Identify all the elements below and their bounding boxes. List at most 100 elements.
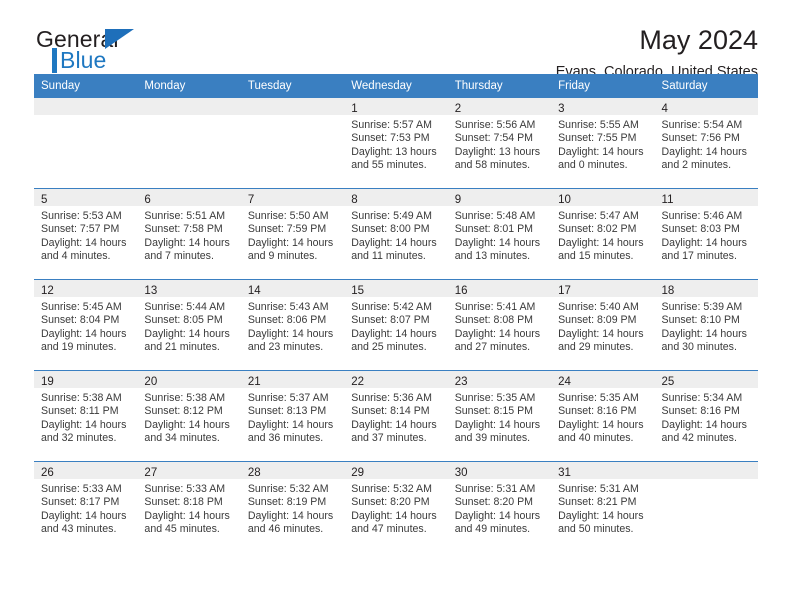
- calendar-week-row: 19 Sunrise: 5:38 AM Sunset: 8:11 PM Dayligh…: [34, 370, 758, 462]
- daylight-text-line2: and 36 minutes.: [247, 431, 324, 444]
- weekday-header-sunday: Sunday: [34, 74, 138, 98]
- calendar-page: General Blue May 2024 Evans, Colorado, U…: [0, 0, 792, 612]
- day-cell[interactable]: 5 Sunrise: 5:53 AM Sunset: 7:57 PM Daylight…: [34, 189, 138, 279]
- day-cell-empty: [137, 98, 241, 188]
- sunrise-text: Sunrise: 5:51 AM: [144, 210, 226, 222]
- day-cell[interactable]: 23 Sunrise: 5:35 AM Sunset: 8:15 PM Dayligh…: [447, 371, 552, 461]
- daylight-text-line1: Daylight: 14 hours: [41, 236, 127, 249]
- day-details: Sunrise: 5:38 AM Sunset: 8:12 PM Daylight:…: [137, 388, 240, 445]
- day-cell[interactable]: 4 Sunrise: 5:54 AM Sunset: 7:56 PM Daylight…: [654, 98, 758, 188]
- daylight-text-line1: Daylight: 14 hours: [558, 145, 644, 158]
- daylight-text-line1: Daylight: 14 hours: [41, 509, 127, 522]
- day-details: Sunrise: 5:51 AM Sunset: 7:58 PM Daylight:…: [137, 206, 240, 263]
- day-number: 7: [247, 194, 255, 206]
- calendar-cell: 2 Sunrise: 5:56 AM Sunset: 7:54 PM Daylight…: [447, 98, 552, 189]
- daylight-text-line2: and 30 minutes.: [661, 340, 737, 353]
- day-number: 16: [454, 285, 468, 297]
- sunrise-text: Sunrise: 5:54 AM: [661, 119, 743, 131]
- day-cell[interactable]: 10 Sunrise: 5:47 AM Sunset: 8:02 PM Dayligh…: [551, 189, 655, 279]
- calendar-cell: 27 Sunrise: 5:33 AM Sunset: 8:18 PM Dayligh…: [137, 461, 241, 552]
- day-cell[interactable]: 11 Sunrise: 5:46 AM Sunset: 8:03 PM Dayligh…: [654, 189, 758, 279]
- sunset-text: Sunset: 8:16 PM: [558, 405, 637, 418]
- sunrise-text: Sunrise: 5:32 AM: [247, 483, 329, 495]
- day-cell[interactable]: 19 Sunrise: 5:38 AM Sunset: 8:11 PM Dayligh…: [34, 371, 138, 461]
- sunset-text: Sunset: 8:21 PM: [558, 496, 637, 509]
- day-number-bar: 19: [34, 371, 138, 388]
- calendar-cell: 28 Sunrise: 5:32 AM Sunset: 8:19 PM Dayligh…: [240, 461, 345, 552]
- day-cell-empty: [34, 98, 138, 188]
- day-cell[interactable]: 15 Sunrise: 5:42 AM Sunset: 8:07 PM Dayligh…: [344, 280, 448, 370]
- calendar-cell: 30 Sunrise: 5:31 AM Sunset: 8:20 PM Dayligh…: [447, 461, 552, 552]
- day-number-bar: 7: [240, 189, 345, 206]
- day-cell[interactable]: 3 Sunrise: 5:55 AM Sunset: 7:55 PM Daylight…: [551, 98, 655, 188]
- day-number-bar: 13: [137, 280, 241, 297]
- sunrise-text: Sunrise: 5:38 AM: [144, 392, 226, 404]
- sunset-text: Sunset: 8:07 PM: [351, 314, 430, 327]
- day-cell[interactable]: 8 Sunrise: 5:49 AM Sunset: 8:00 PM Daylight…: [344, 189, 448, 279]
- sunrise-text: Sunrise: 5:46 AM: [661, 210, 743, 222]
- day-cell[interactable]: 30 Sunrise: 5:31 AM Sunset: 8:20 PM Dayligh…: [447, 462, 552, 552]
- sunset-text: Sunset: 8:11 PM: [41, 405, 119, 418]
- daylight-text-line1: Daylight: 13 hours: [454, 145, 541, 158]
- day-number-bar: [137, 98, 241, 115]
- day-cell[interactable]: 29 Sunrise: 5:32 AM Sunset: 8:20 PM Dayligh…: [344, 462, 448, 552]
- day-number: 26: [41, 467, 54, 479]
- day-cell[interactable]: 22 Sunrise: 5:36 AM Sunset: 8:14 PM Dayligh…: [344, 371, 448, 461]
- day-number-bar: 21: [240, 371, 345, 388]
- day-number: 10: [558, 194, 571, 206]
- day-cell[interactable]: 14 Sunrise: 5:43 AM Sunset: 8:06 PM Dayligh…: [240, 280, 345, 370]
- day-number-bar: 3: [551, 98, 655, 115]
- day-number: 28: [247, 467, 261, 479]
- day-number-bar: [654, 462, 758, 479]
- day-cell[interactable]: 31 Sunrise: 5:31 AM Sunset: 8:21 PM Dayligh…: [551, 462, 655, 552]
- day-number: 17: [558, 285, 571, 297]
- calendar-cell: 1 Sunrise: 5:57 AM Sunset: 7:53 PM Daylight…: [344, 98, 448, 189]
- sunrise-text: Sunrise: 5:34 AM: [661, 392, 743, 404]
- sunset-text: Sunset: 8:05 PM: [144, 314, 223, 327]
- day-cell[interactable]: 13 Sunrise: 5:44 AM Sunset: 8:05 PM Dayligh…: [137, 280, 241, 370]
- day-number: 20: [144, 376, 158, 388]
- sunset-text: Sunset: 8:03 PM: [661, 223, 740, 236]
- daylight-text-line1: Daylight: 14 hours: [247, 418, 334, 431]
- day-number-bar: [34, 98, 138, 115]
- brand-logo[interactable]: General Blue: [34, 26, 264, 78]
- day-number: 29: [351, 467, 365, 479]
- day-cell[interactable]: 25 Sunrise: 5:34 AM Sunset: 8:16 PM Dayligh…: [654, 371, 758, 461]
- day-number: 8: [351, 194, 358, 206]
- day-cell[interactable]: 17 Sunrise: 5:40 AM Sunset: 8:09 PM Dayligh…: [551, 280, 655, 370]
- day-number: 4: [661, 103, 668, 115]
- sunset-text: Sunset: 7:54 PM: [454, 132, 534, 145]
- day-cell[interactable]: 26 Sunrise: 5:33 AM Sunset: 8:17 PM Dayligh…: [34, 462, 138, 552]
- sunrise-text: Sunrise: 5:35 AM: [454, 392, 536, 404]
- day-details: Sunrise: 5:39 AM Sunset: 8:10 PM Daylight:…: [655, 297, 758, 354]
- daylight-text-line1: Daylight: 14 hours: [661, 236, 747, 249]
- daylight-text-line1: Daylight: 14 hours: [454, 327, 541, 340]
- sunset-text: Sunset: 8:01 PM: [454, 223, 534, 236]
- day-cell[interactable]: 9 Sunrise: 5:48 AM Sunset: 8:01 PM Daylight…: [447, 189, 552, 279]
- page-title: May 2024: [639, 25, 758, 55]
- sunset-text: Sunset: 8:18 PM: [144, 496, 223, 509]
- day-cell[interactable]: 2 Sunrise: 5:56 AM Sunset: 7:54 PM Daylight…: [447, 98, 552, 188]
- day-cell[interactable]: 28 Sunrise: 5:32 AM Sunset: 8:19 PM Dayligh…: [240, 462, 345, 552]
- day-cell[interactable]: 12 Sunrise: 5:45 AM Sunset: 8:04 PM Dayligh…: [34, 280, 138, 370]
- day-cell[interactable]: 16 Sunrise: 5:41 AM Sunset: 8:08 PM Dayligh…: [447, 280, 552, 370]
- daylight-text-line1: Daylight: 14 hours: [144, 418, 230, 431]
- day-number-bar: 1: [344, 98, 448, 115]
- daylight-text-line1: Daylight: 14 hours: [144, 327, 230, 340]
- sunset-text: Sunset: 8:09 PM: [558, 314, 637, 327]
- day-cell[interactable]: 24 Sunrise: 5:35 AM Sunset: 8:16 PM Dayligh…: [551, 371, 655, 461]
- day-cell[interactable]: 18 Sunrise: 5:39 AM Sunset: 8:10 PM Dayligh…: [654, 280, 758, 370]
- day-cell[interactable]: 21 Sunrise: 5:37 AM Sunset: 8:13 PM Dayligh…: [240, 371, 345, 461]
- daylight-text-line2: and 19 minutes.: [41, 340, 117, 353]
- day-details: Sunrise: 5:54 AM Sunset: 7:56 PM Daylight:…: [655, 115, 758, 172]
- day-cell[interactable]: 7 Sunrise: 5:50 AM Sunset: 7:59 PM Daylight…: [240, 189, 345, 279]
- day-cell[interactable]: 20 Sunrise: 5:38 AM Sunset: 8:12 PM Dayligh…: [137, 371, 241, 461]
- daylight-text-line2: and 13 minutes.: [454, 249, 531, 262]
- sunset-text: Sunset: 7:56 PM: [661, 132, 740, 145]
- day-number: 1: [351, 103, 358, 115]
- day-cell[interactable]: 1 Sunrise: 5:57 AM Sunset: 7:53 PM Daylight…: [344, 98, 448, 188]
- day-cell[interactable]: 6 Sunrise: 5:51 AM Sunset: 7:58 PM Daylight…: [137, 189, 241, 279]
- sunrise-text: Sunrise: 5:56 AM: [454, 119, 536, 131]
- day-cell[interactable]: 27 Sunrise: 5:33 AM Sunset: 8:18 PM Dayligh…: [137, 462, 241, 552]
- calendar-cell: 13 Sunrise: 5:44 AM Sunset: 8:05 PM Dayligh…: [137, 279, 241, 371]
